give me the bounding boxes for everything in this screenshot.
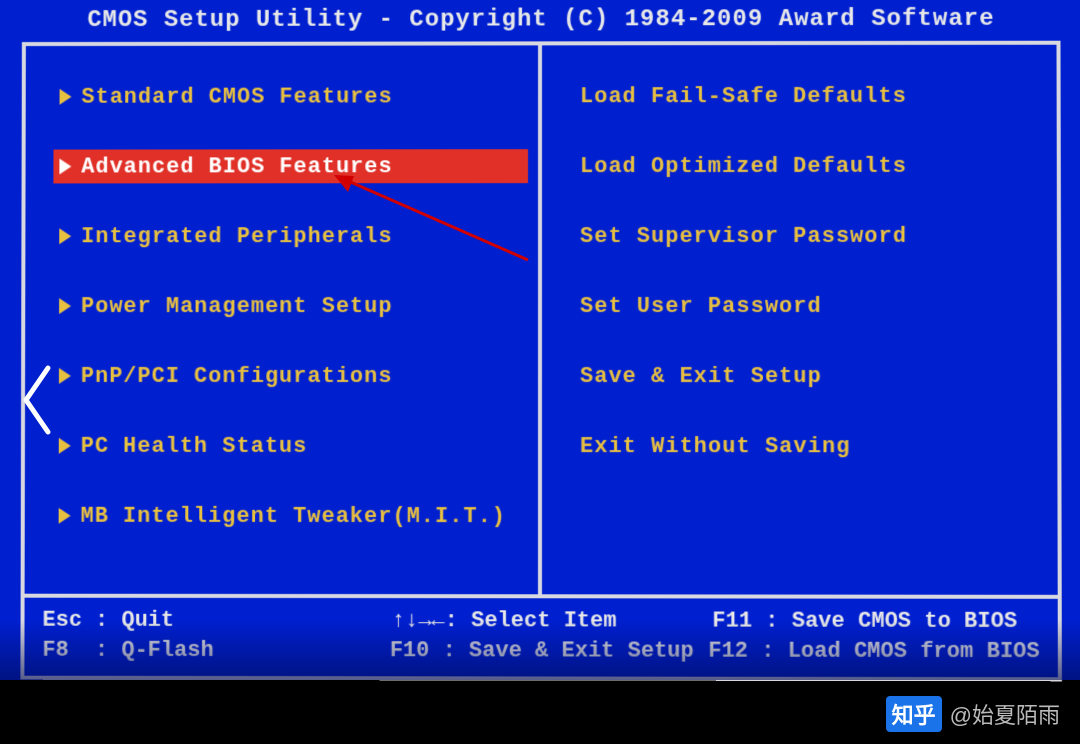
menu-label: Load Optimized Defaults bbox=[580, 153, 907, 178]
footer-arrows: ↑↓→←: Select Item bbox=[392, 606, 712, 636]
menu-label: Save & Exit Setup bbox=[580, 364, 822, 389]
footer-esc: Esc : Quit bbox=[42, 606, 391, 636]
bios-main-box: Standard CMOS Features Advanced BIOS Fea… bbox=[20, 41, 1062, 682]
menu-label: Power Management Setup bbox=[81, 294, 393, 319]
triangle-icon bbox=[60, 89, 72, 105]
menu-exit-without-saving[interactable]: Exit Without Saving bbox=[570, 429, 1047, 463]
menu-right-column: Load Fail-Safe Defaults Load Optimized D… bbox=[542, 45, 1058, 595]
menu-set-supervisor-password[interactable]: Set Supervisor Password bbox=[570, 219, 1047, 253]
footer-f8: F8 : Q-Flash bbox=[42, 636, 389, 667]
menu-label: PC Health Status bbox=[81, 433, 308, 458]
footer-row-2: F8 : Q-Flash F10 : Save & Exit Setup F12… bbox=[42, 636, 1039, 667]
menu-label: Advanced BIOS Features bbox=[81, 154, 392, 179]
watermark: 知乎 @始夏陌雨 bbox=[886, 696, 1060, 732]
menu-load-optimized-defaults[interactable]: Load Optimized Defaults bbox=[570, 149, 1047, 183]
triangle-icon bbox=[59, 508, 71, 524]
menu-advanced-bios-features[interactable]: Advanced BIOS Features bbox=[53, 149, 528, 183]
footer-f12: F12 : Load CMOS from BIOS bbox=[708, 637, 1040, 668]
triangle-icon bbox=[59, 368, 71, 384]
menu-integrated-peripherals[interactable]: Integrated Peripherals bbox=[53, 219, 528, 253]
menu-label: MB Intelligent Tweaker(M.I.T.) bbox=[81, 503, 507, 528]
triangle-icon bbox=[59, 228, 71, 244]
menu-label: Load Fail-Safe Defaults bbox=[580, 83, 907, 108]
triangle-icon bbox=[59, 159, 71, 175]
triangle-icon bbox=[59, 298, 71, 314]
menu-mb-intelligent-tweaker[interactable]: MB Intelligent Tweaker(M.I.T.) bbox=[53, 499, 528, 533]
menu-label: Integrated Peripherals bbox=[81, 224, 393, 249]
footer-f10: F10 : Save & Exit Setup bbox=[390, 636, 709, 667]
watermark-text: @始夏陌雨 bbox=[950, 698, 1060, 730]
bios-columns: Standard CMOS Features Advanced BIOS Fea… bbox=[25, 45, 1058, 595]
menu-set-user-password[interactable]: Set User Password bbox=[570, 289, 1047, 323]
bios-footer: Esc : Quit ↑↓→←: Select Item F11 : Save … bbox=[24, 594, 1057, 678]
menu-label: Set Supervisor Password bbox=[580, 223, 907, 248]
menu-power-management-setup[interactable]: Power Management Setup bbox=[53, 289, 528, 323]
menu-pc-health-status[interactable]: PC Health Status bbox=[53, 429, 528, 463]
menu-pnp-pci-configurations[interactable]: PnP/PCI Configurations bbox=[53, 359, 528, 393]
menu-label: PnP/PCI Configurations bbox=[81, 363, 393, 388]
footer-row-1: Esc : Quit ↑↓→←: Select Item F11 : Save … bbox=[42, 606, 1039, 637]
menu-label: Set User Password bbox=[580, 293, 822, 318]
triangle-icon bbox=[59, 438, 71, 454]
zhihu-logo: 知乎 bbox=[886, 696, 942, 732]
bios-title: CMOS Setup Utility - Copyright (C) 1984-… bbox=[2, 0, 1080, 42]
menu-label: Standard CMOS Features bbox=[81, 84, 392, 109]
menu-save-exit-setup[interactable]: Save & Exit Setup bbox=[570, 359, 1047, 393]
menu-standard-cmos-features[interactable]: Standard CMOS Features bbox=[54, 79, 528, 113]
menu-label: Exit Without Saving bbox=[580, 434, 850, 459]
menu-load-fail-safe-defaults[interactable]: Load Fail-Safe Defaults bbox=[570, 79, 1047, 113]
menu-left-column: Standard CMOS Features Advanced BIOS Fea… bbox=[25, 45, 542, 594]
footer-f11: F11 : Save CMOS to BIOS bbox=[712, 606, 1039, 637]
bios-screen: CMOS Setup Utility - Copyright (C) 1984-… bbox=[0, 0, 1080, 680]
